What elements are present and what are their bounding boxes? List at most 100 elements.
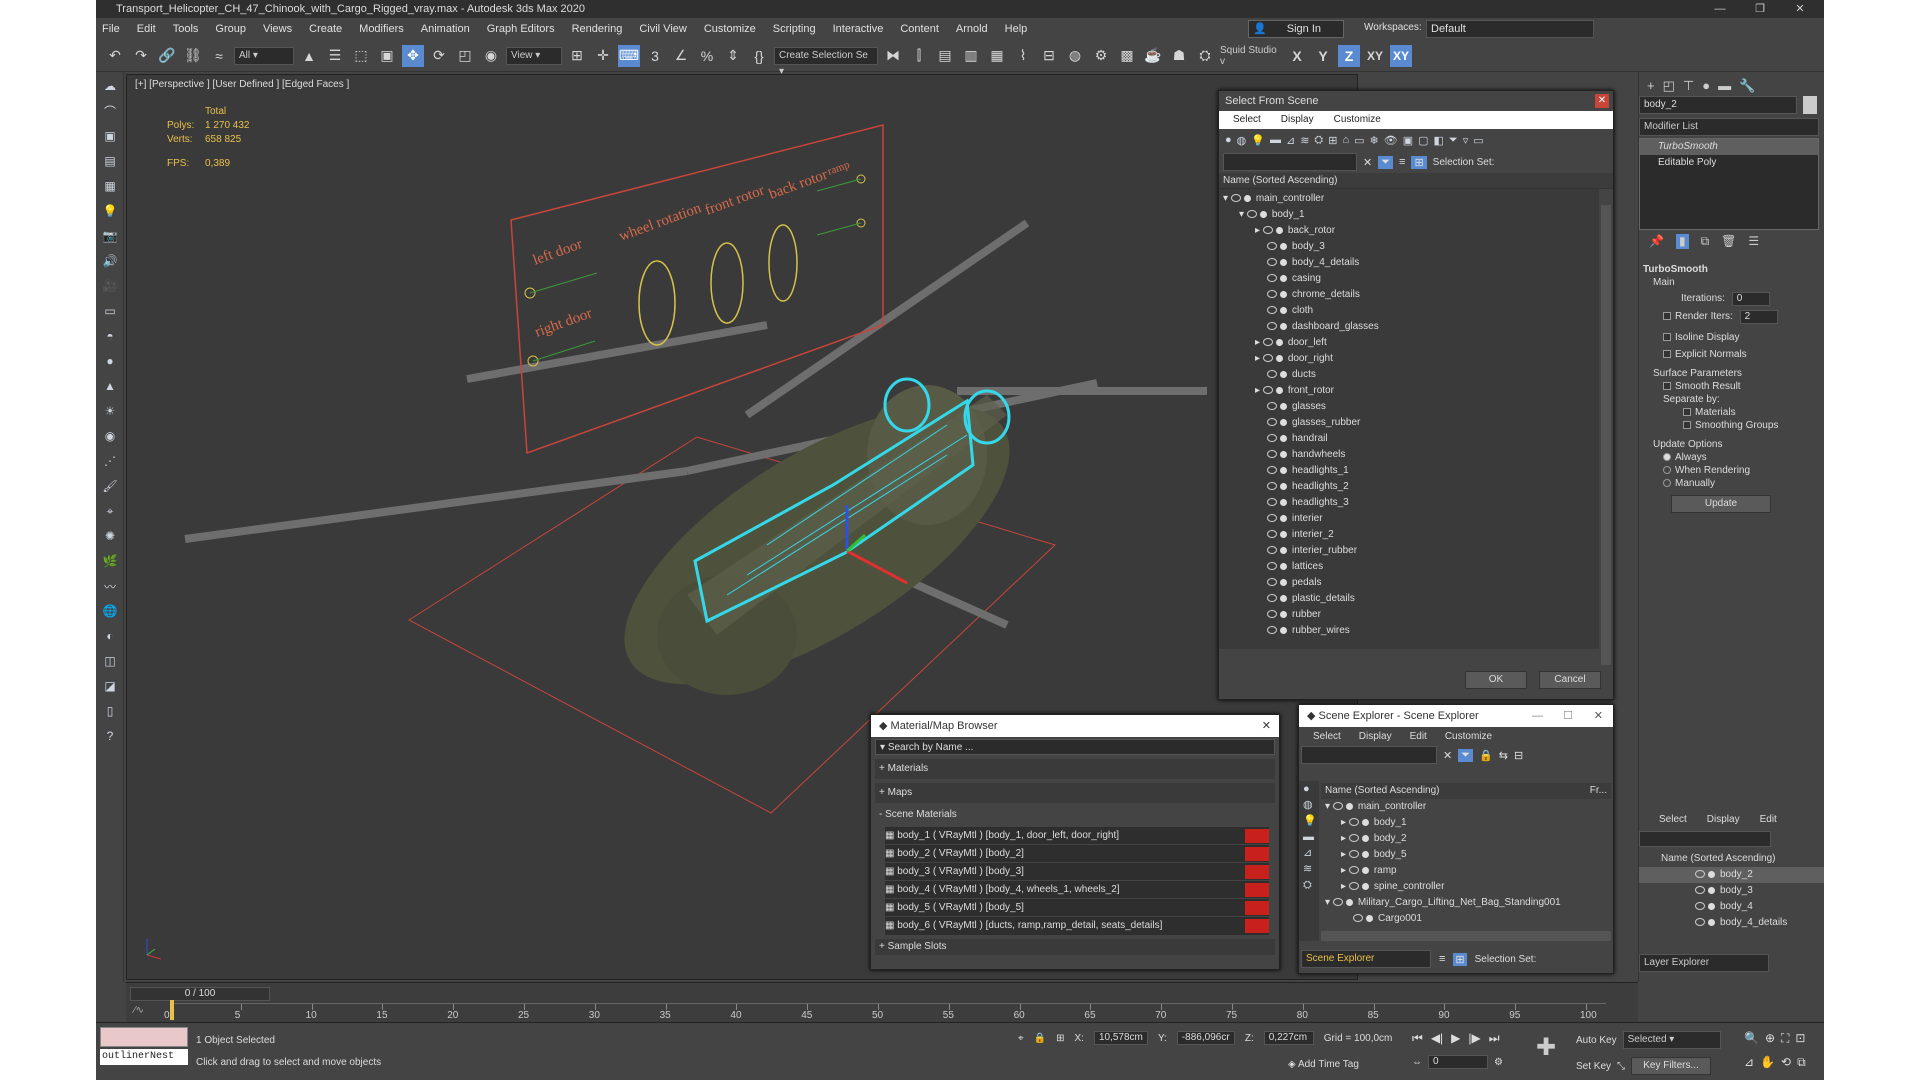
filter-funnel-icon[interactable]: ⏷ (1449, 134, 1458, 147)
eye-icon[interactable] (1332, 898, 1343, 907)
menu-create[interactable]: Create (309, 23, 342, 35)
x-coord-field[interactable]: 10,578cm (1093, 1031, 1148, 1045)
axis-x-button[interactable]: X (1286, 45, 1308, 67)
viewport-settings-icon[interactable]: ▯ (99, 700, 121, 722)
object-color-swatch[interactable] (1803, 96, 1817, 114)
key-filter-icon[interactable]: ⤡ (1617, 1061, 1625, 1072)
tree-item[interactable]: plastic_details (1219, 591, 1599, 607)
eye-icon[interactable] (1267, 306, 1277, 315)
layer-explorer-select[interactable]: Layer Explorer (1639, 954, 1769, 972)
always-radio[interactable] (1663, 453, 1671, 462)
menu-modifiers[interactable]: Modifiers (359, 23, 404, 35)
eye-icon[interactable] (1695, 918, 1705, 927)
redo-icon[interactable]: ↷ (130, 45, 152, 67)
zoom-all-icon[interactable]: ⊕ (1765, 1031, 1775, 1046)
filter-lights-icon[interactable]: 💡 (1251, 134, 1265, 147)
modify-tab-icon[interactable]: ◰ (1663, 78, 1675, 94)
eye-icon[interactable] (1267, 434, 1277, 443)
pin-stack-icon[interactable]: 📌 (1649, 234, 1664, 249)
filter-all-icon[interactable]: ▣ (1403, 134, 1413, 147)
key-selection-select[interactable]: Selected ▾ (1622, 1031, 1721, 1049)
iterations-spinner[interactable]: 0 (1731, 292, 1770, 306)
menu-rendering[interactable]: Rendering (572, 23, 623, 35)
key-mode-icon[interactable]: ⇔ (1412, 1057, 1422, 1068)
tree-item[interactable]: interier_rubber (1219, 543, 1599, 559)
eye-icon[interactable] (1267, 610, 1277, 619)
tree-item[interactable]: ▾ Military_Cargo_Lifting_Net_Bag_Standin… (1321, 895, 1611, 911)
tree-item[interactable]: interier_2 (1219, 527, 1599, 543)
axis-xy-cycle-button[interactable]: XY (1390, 44, 1412, 67)
key-filters-button[interactable]: Key Filters... (1631, 1057, 1712, 1075)
object-paint-icon[interactable]: ▣ (99, 125, 121, 147)
eye-icon[interactable] (1267, 402, 1277, 411)
remove-modifier-icon[interactable]: 🗑 (1721, 234, 1736, 249)
sample-slots-section[interactable]: + Sample Slots (875, 939, 1275, 955)
material-editor-icon[interactable]: ◍ (1064, 45, 1086, 67)
eye-icon[interactable] (1695, 870, 1705, 879)
selection-filter-select[interactable]: All ▾ (234, 46, 294, 65)
cancel-button[interactable]: Cancel (1539, 671, 1601, 689)
maxscript-listener-pink[interactable] (100, 1027, 188, 1047)
light-bulb-icon[interactable]: 💡 (99, 200, 121, 222)
play-icon[interactable]: ▶ (1451, 1031, 1460, 1046)
maps-section[interactable]: + Maps (875, 783, 1275, 803)
motion-tab-icon[interactable]: ● (1702, 78, 1710, 94)
render-active-icon[interactable]: ⛭ (1194, 45, 1216, 67)
eye-icon[interactable] (1348, 866, 1359, 875)
menu-civil-view[interactable]: Civil View (639, 23, 686, 35)
eye-icon[interactable] (1695, 886, 1705, 895)
globe-icon[interactable]: 🌐 (99, 600, 121, 622)
filter-helpers-icon[interactable]: ⊿ (1286, 134, 1295, 147)
update-button[interactable]: Update (1671, 495, 1771, 513)
se-menu-display[interactable]: Display (1359, 731, 1392, 742)
bind-space-warp-icon[interactable]: ≈ (208, 45, 230, 67)
hierarchy-icon[interactable]: ⊟ (1514, 749, 1523, 762)
tree-item[interactable]: cloth (1219, 303, 1599, 319)
material-item[interactable]: ▦ body_2 ( VRayMtl ) [body_2] (885, 845, 1269, 863)
material-item[interactable]: ▦ body_1 ( VRayMtl ) [body_1, door_left,… (885, 827, 1269, 845)
clear-search-icon[interactable]: ✕ (1443, 749, 1452, 762)
placement-icon[interactable]: ◉ (480, 45, 502, 67)
z-coord-field[interactable]: 0,227cm (1263, 1031, 1314, 1045)
menu-graph-editors[interactable]: Graph Editors (487, 23, 555, 35)
filter-cameras-icon[interactable]: ▬ (1270, 134, 1281, 146)
reference-coord-select[interactable]: View ▾ (506, 46, 562, 65)
eye-icon[interactable] (1246, 210, 1257, 219)
se-menu-select[interactable]: Select (1313, 731, 1341, 742)
filter-options-icon[interactable]: ▿ (1463, 134, 1469, 147)
tree-item[interactable]: ▾ body_1 (1219, 207, 1599, 223)
tree-item[interactable]: dashboard_glasses (1219, 319, 1599, 335)
time-slider[interactable]: 0 / 100 (130, 987, 270, 1001)
configure-sets-icon[interactable]: ☰ (1748, 234, 1759, 249)
eye-icon[interactable] (1267, 562, 1277, 571)
tree-item[interactable]: ▸ body_1 (1321, 815, 1611, 831)
sfs-menu-display[interactable]: Display (1281, 111, 1314, 129)
tree-item[interactable]: ▸ front_rotor (1219, 383, 1599, 399)
tree-item[interactable]: body_4_details (1219, 255, 1599, 271)
ribbon-icon[interactable]: ▦ (986, 45, 1008, 67)
menu-scripting[interactable]: Scripting (773, 23, 816, 35)
material-item[interactable]: ▦ body_5 ( VRayMtl ) [body_5] (885, 899, 1269, 917)
keyboard-shortcut-icon[interactable]: ⌨ (618, 44, 640, 67)
tree-item[interactable]: handwheels (1219, 447, 1599, 463)
se-menu-edit[interactable]: Edit (1410, 731, 1427, 742)
clear-search-icon[interactable]: ✕ (1363, 156, 1372, 169)
eye-icon[interactable] (1267, 258, 1277, 267)
select-by-name-icon[interactable]: ☰ (324, 45, 346, 67)
axis-xy-button[interactable]: XY (1364, 45, 1386, 67)
mirror-ball-icon[interactable]: ◐ (99, 625, 121, 647)
layer-menu-display[interactable]: Display (1707, 814, 1740, 825)
absolute-mode-icon[interactable]: ⊞ (1056, 1033, 1064, 1044)
tree-item[interactable]: ▸ back_rotor (1219, 223, 1599, 239)
go-to-start-icon[interactable]: ⏮ (1412, 1031, 1423, 1046)
mirror-icon[interactable]: ⧓ (882, 45, 904, 67)
filter-hidden-icon[interactable]: 👁 (1384, 134, 1398, 147)
explicit-normals-checkbox[interactable] (1663, 350, 1671, 359)
curve-toggle-icon[interactable]: ⁄∿ (134, 1005, 144, 1016)
smoothing-groups-checkbox[interactable] (1683, 421, 1691, 430)
show-end-result-icon[interactable]: ▮ (1675, 234, 1689, 249)
ok-button[interactable]: OK (1465, 671, 1527, 689)
curve-editor-icon[interactable]: ⌇ (1012, 45, 1034, 67)
timeline-cursor[interactable] (170, 1000, 174, 1020)
prev-frame-icon[interactable]: ◀︎| (1431, 1031, 1443, 1046)
